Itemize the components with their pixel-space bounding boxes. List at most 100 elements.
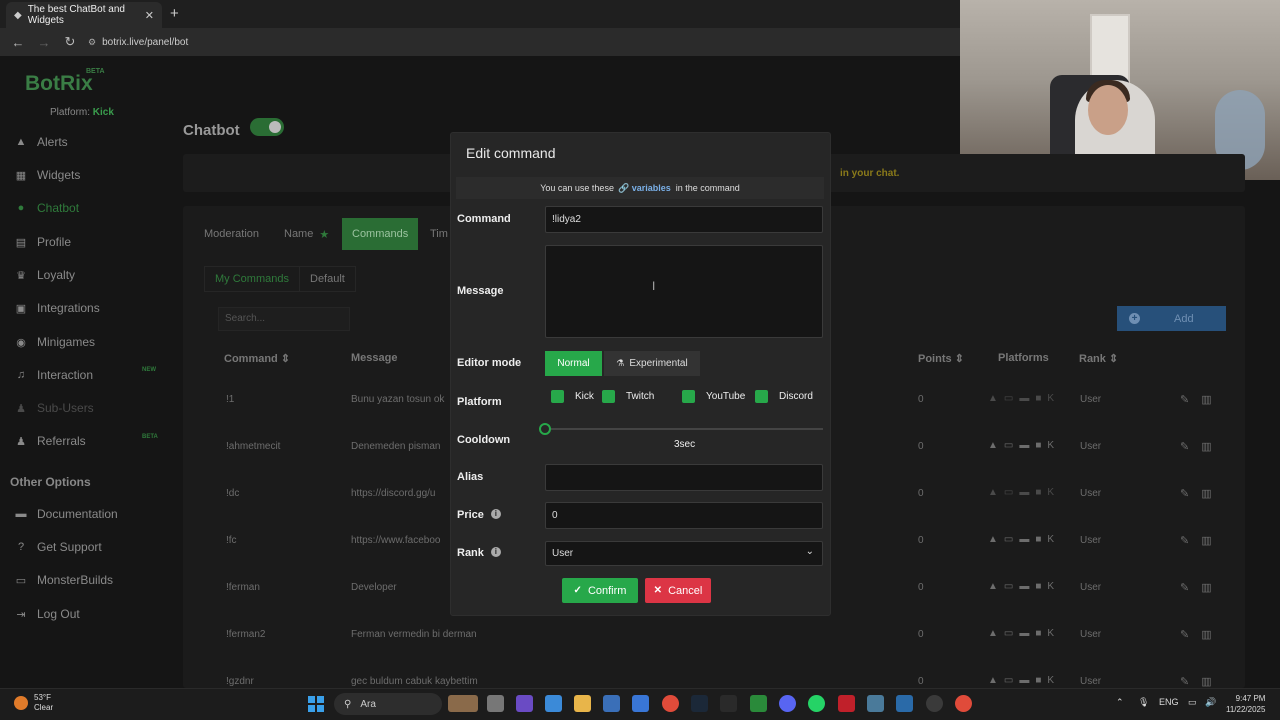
speaker-icon[interactable]: 🔊 <box>1205 697 1216 708</box>
column-header-rank[interactable]: Rank ⇕ <box>1079 352 1118 365</box>
taskbar-app-icon[interactable] <box>448 695 478 712</box>
edit-icon[interactable]: ✎ <box>1180 394 1201 406</box>
trash-icon[interactable]: ▥ <box>1201 488 1223 500</box>
column-header-points[interactable]: Points ⇕ <box>918 352 964 365</box>
sidebar-item-monsterbuilds[interactable]: ▭ MonsterBuilds <box>14 570 113 590</box>
browser-tab[interactable]: ◆ The best ChatBot and Widgets ✕ <box>6 2 162 28</box>
weather-widget[interactable]: 53°F Clear <box>14 693 53 713</box>
start-button[interactable] <box>308 696 324 712</box>
taskbar-app-icon[interactable] <box>720 695 737 712</box>
xbox-icon[interactable] <box>750 695 767 712</box>
sidebar-item-log-out[interactable]: ⇥ Log Out <box>14 604 79 624</box>
new-tab-icon[interactable]: + <box>170 5 179 22</box>
language-indicator[interactable]: ENG <box>1159 697 1179 707</box>
whatsapp-icon[interactable] <box>808 695 825 712</box>
row-actions[interactable]: ✎▥ <box>1180 487 1224 500</box>
trash-icon[interactable]: ▥ <box>1201 394 1223 406</box>
steam-icon[interactable] <box>691 695 708 712</box>
edit-icon[interactable]: ✎ <box>1180 629 1201 641</box>
platform-checkbox-kick[interactable]: Kick <box>551 390 594 403</box>
sidebar-item-integrations[interactable]: ▣ Integrations <box>14 298 100 318</box>
discord-icon[interactable] <box>779 695 796 712</box>
checkbox-checked[interactable] <box>602 390 615 403</box>
forward-icon[interactable]: → <box>36 35 52 50</box>
tray-chevron-icon[interactable]: ⌃ <box>1116 697 1124 708</box>
platform-checkbox-twitch[interactable]: Twitch <box>602 390 654 403</box>
chatbot-toggle[interactable] <box>250 118 284 136</box>
sidebar-item-minigames[interactable]: ◉ Minigames <box>14 332 95 352</box>
trash-icon[interactable]: ▥ <box>1201 441 1223 453</box>
site-info-icon[interactable]: ⚙ <box>88 37 96 48</box>
trash-icon[interactable]: ▥ <box>1201 535 1223 547</box>
taskbar-app-icon[interactable] <box>545 695 562 712</box>
rank-select[interactable]: User ⌄ <box>545 541 823 566</box>
cooldown-slider-thumb[interactable] <box>539 423 551 435</box>
info-icon[interactable]: i <box>490 509 501 519</box>
taskbar-app-icon[interactable] <box>896 695 913 712</box>
row-actions[interactable]: ✎▥ <box>1180 581 1224 594</box>
chrome-icon[interactable] <box>662 695 679 712</box>
sidebar-item-chatbot[interactable]: ● Chatbot <box>14 198 79 218</box>
cooldown-slider-track[interactable] <box>545 428 823 430</box>
row-actions[interactable]: ✎▥ <box>1180 393 1224 406</box>
info-icon[interactable]: i <box>490 547 501 557</box>
add-command-button[interactable]: + Add <box>1117 306 1226 331</box>
platform-checkbox-discord[interactable]: Discord <box>755 390 813 403</box>
network-icon[interactable]: ▭ <box>1188 697 1197 708</box>
taskbar-app-icon[interactable] <box>867 695 884 712</box>
platform-checkbox-youtube[interactable]: YouTube <box>682 390 745 403</box>
sidebar-item-interaction[interactable]: ♫ Interaction <box>14 365 93 385</box>
checkbox-checked[interactable] <box>551 390 564 403</box>
row-actions[interactable]: ✎▥ <box>1180 534 1224 547</box>
price-input[interactable]: 0 <box>545 502 823 529</box>
confirm-button[interactable]: ✓ Confirm <box>562 578 638 603</box>
row-actions[interactable]: ✎▥ <box>1180 440 1224 453</box>
taskbar-app-icon[interactable] <box>487 695 504 712</box>
tab-commands[interactable]: Commands <box>342 218 419 250</box>
taskbar-app-icon[interactable] <box>838 695 855 712</box>
tab-name[interactable]: Name ★ <box>274 218 339 250</box>
sidebar-item-widgets[interactable]: ▦ Widgets <box>14 165 81 185</box>
taskbar-app-icon[interactable] <box>516 695 533 712</box>
sidebar-item-get-support[interactable]: ? Get Support <box>14 537 102 557</box>
search-input[interactable]: Search... <box>218 307 350 331</box>
subtab-my-commands[interactable]: My Commands <box>204 266 300 292</box>
sidebar-item-loyalty[interactable]: ♛ Loyalty <box>14 265 75 285</box>
tab-moderation[interactable]: Moderation <box>194 218 269 250</box>
folder-icon[interactable] <box>574 695 591 712</box>
clock[interactable]: 9:47 PM 11/22/2025 <box>1226 693 1265 715</box>
message-textarea[interactable] <box>545 245 823 338</box>
edit-icon[interactable]: ✎ <box>1180 535 1201 547</box>
back-icon[interactable]: ← <box>10 35 26 50</box>
sidebar-item-sub-users[interactable]: ♟ Sub-Users <box>14 398 94 418</box>
row-actions[interactable]: ✎▥ <box>1180 675 1224 688</box>
checkbox-checked[interactable] <box>682 390 695 403</box>
editor-experimental-button[interactable]: ⚗ Experimental <box>604 351 700 376</box>
taskbar-app-icon[interactable] <box>603 695 620 712</box>
subtab-default[interactable]: Default <box>299 266 356 292</box>
taskbar-search[interactable]: ⚲ Ara <box>334 693 442 715</box>
trash-icon[interactable]: ▥ <box>1201 629 1223 641</box>
sidebar-item-referrals[interactable]: ♟ Referrals <box>14 431 86 451</box>
botrix-logo[interactable]: BotRix <box>25 72 93 96</box>
command-input[interactable]: !lidya2 <box>545 206 823 233</box>
reload-icon[interactable]: ↻ <box>62 34 78 50</box>
alias-input[interactable] <box>545 464 823 491</box>
column-header-command[interactable]: Command ⇕ <box>224 352 290 365</box>
close-tab-icon[interactable]: ✕ <box>145 9 154 22</box>
trash-icon[interactable]: ▥ <box>1201 582 1223 594</box>
url-field[interactable]: ⚙ botrix.live/panel/bot <box>88 31 188 53</box>
sidebar-item-documentation[interactable]: ▬ Documentation <box>14 504 118 524</box>
mail-icon[interactable] <box>632 695 649 712</box>
edit-icon[interactable]: ✎ <box>1180 441 1201 453</box>
editor-normal-button[interactable]: Normal <box>545 351 602 376</box>
sidebar-item-profile[interactable]: ▤ Profile <box>14 232 71 252</box>
trash-icon[interactable]: ▥ <box>1201 676 1223 688</box>
edit-icon[interactable]: ✎ <box>1180 582 1201 594</box>
row-actions[interactable]: ✎▥ <box>1180 628 1224 641</box>
edit-icon[interactable]: ✎ <box>1180 676 1201 688</box>
variables-link[interactable]: 🔗 variables <box>618 183 671 194</box>
sidebar-item-alerts[interactable]: ▲ Alerts <box>14 132 68 152</box>
cancel-button[interactable]: ✕ Cancel <box>645 578 711 603</box>
microphone-icon[interactable]: 🎙 <box>1138 697 1149 708</box>
